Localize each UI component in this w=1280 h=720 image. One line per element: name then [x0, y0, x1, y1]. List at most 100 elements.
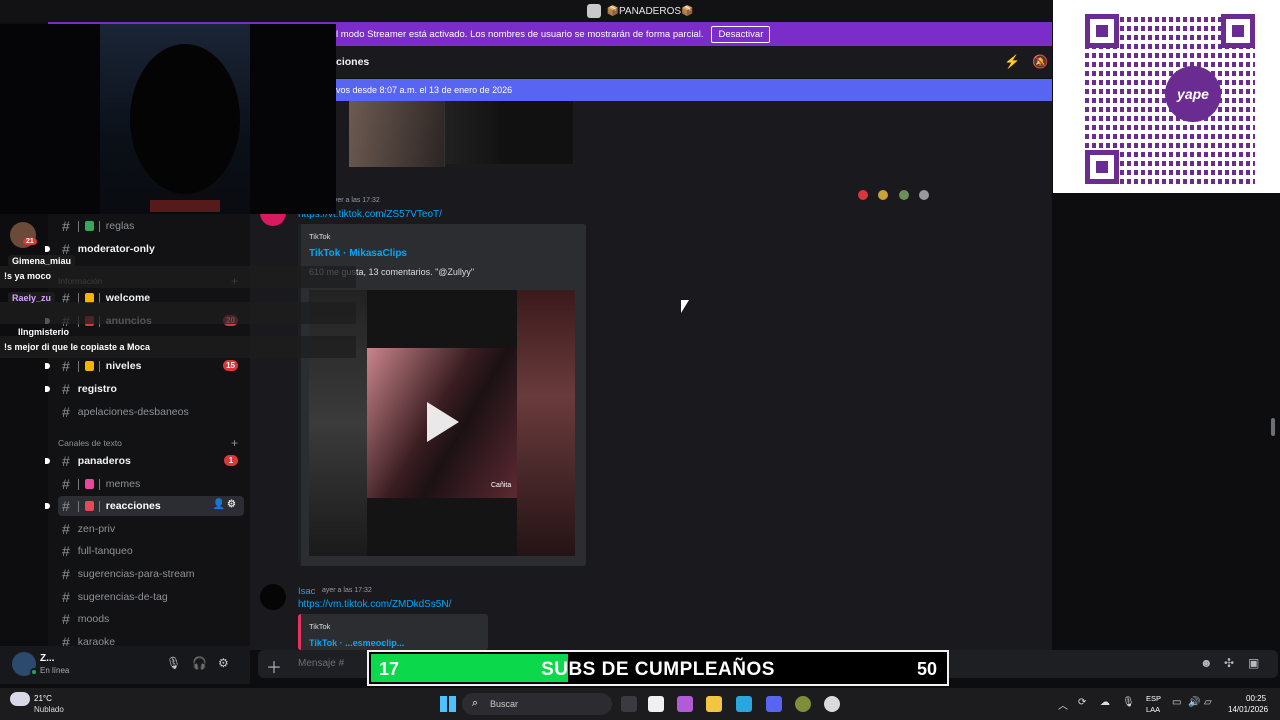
- message-reactions-row: [852, 187, 1052, 205]
- app-icon[interactable]: [795, 696, 811, 712]
- reaction-icon[interactable]: [858, 190, 868, 200]
- embed-title[interactable]: TikTok · MikasaClips: [309, 248, 407, 259]
- subs-goal-label: SUBS DE CUMPLEAÑOS: [541, 659, 775, 680]
- store-icon[interactable]: [648, 696, 664, 712]
- channel-moods[interactable]: # moods: [58, 609, 244, 629]
- channel-apelaciones-desbaneos[interactable]: # apelaciones-desbaneos: [58, 402, 244, 422]
- taskbar-search[interactable]: ⌕ Buscar: [462, 693, 612, 715]
- channel-memes[interactable]: # memes: [58, 474, 244, 494]
- add-channel-icon[interactable]: +: [231, 436, 238, 450]
- reaction-icon[interactable]: [878, 190, 889, 200]
- weather-temp: 21°C: [34, 694, 52, 703]
- window-title: 📦PANADEROS📦: [606, 5, 694, 17]
- unread-indicator: [45, 386, 50, 392]
- app-icon: [586, 4, 601, 18]
- channel-name: reacciones: [105, 500, 161, 512]
- search-label: Buscar: [490, 699, 519, 709]
- channel-settings-icon[interactable]: 👤⚙: [213, 499, 238, 510]
- discord-icon[interactable]: [766, 696, 782, 712]
- network-icon[interactable]: ▭: [1172, 697, 1181, 708]
- hashtag-icon: #: [62, 521, 70, 537]
- volume-icon[interactable]: 🔊: [1188, 697, 1200, 708]
- mention-badge: 15: [223, 360, 238, 371]
- task-view-icon[interactable]: [621, 696, 637, 712]
- stream-chat-message: !s ya moco: [4, 271, 52, 281]
- new-messages-bar[interactable]: vos desde 8:07 a.m. el 13 de enero de 20…: [250, 79, 1052, 101]
- reaction-icon[interactable]: [898, 190, 909, 200]
- chat-header: ciones ⚡ 🔕: [250, 46, 1052, 79]
- onedrive-icon[interactable]: ☁: [1100, 697, 1110, 708]
- user-status: En línea: [40, 666, 70, 675]
- microphone-icon[interactable]: 🎙: [166, 656, 181, 670]
- gif-icon[interactable]: ☻: [1200, 656, 1213, 670]
- keyboard-layout[interactable]: LAA: [1146, 705, 1160, 714]
- stream-chat-username: Raely_zu: [8, 292, 56, 304]
- channel-niveles[interactable]: # niveles 15: [45, 356, 244, 376]
- mouse-cursor-icon: [681, 300, 689, 313]
- webcam-overlay: [0, 24, 336, 214]
- message-input[interactable]: Mensaje #: [298, 658, 344, 669]
- channel-full-tanqueo[interactable]: # full-tanqueo: [58, 541, 244, 561]
- obs-icon[interactable]: [824, 696, 840, 712]
- channel-registro[interactable]: # registro: [45, 379, 244, 399]
- message-username[interactable]: Isac: [298, 586, 315, 597]
- microphone-icon[interactable]: 🎙: [1122, 697, 1135, 708]
- sync-icon[interactable]: ⟳: [1078, 697, 1086, 708]
- edge-icon[interactable]: [736, 696, 752, 712]
- hashtag-icon: #: [62, 611, 70, 627]
- channel-name: memes: [105, 478, 141, 490]
- hashtag-icon: #: [62, 358, 70, 374]
- message-link[interactable]: https://vm.tiktok.com/ZMDkdSs5N/: [298, 599, 451, 610]
- keyboard-language[interactable]: ESP: [1146, 694, 1161, 703]
- embed-title[interactable]: TikTok · ...esmeoclip...: [309, 638, 404, 648]
- battery-icon[interactable]: ▱: [1204, 697, 1212, 708]
- channel-moderator-only[interactable]: # moderator-only: [45, 239, 244, 259]
- hashtag-icon: #: [62, 476, 70, 492]
- avatar[interactable]: [260, 584, 286, 610]
- channel-panaderos[interactable]: # panaderos 1: [45, 451, 244, 471]
- hashtag-icon: #: [62, 543, 70, 559]
- subs-goal-target: 50: [916, 659, 937, 679]
- clock-date[interactable]: 14/01/2026: [1228, 705, 1268, 714]
- add-attachment-icon[interactable]: ＋: [266, 654, 282, 678]
- user-panel: Z... En línea 🎙 🎧 ⚙: [0, 646, 250, 684]
- notifications-muted-icon[interactable]: 🔕: [1032, 54, 1048, 70]
- channel-sugerencias-para-stream[interactable]: # sugerencias-para-stream: [58, 564, 244, 584]
- channel-zen-priv[interactable]: # zen-priv: [58, 519, 244, 539]
- scrollbar[interactable]: [1271, 418, 1275, 436]
- previous-video-thumbnail[interactable]: [349, 101, 575, 167]
- hashtag-icon: #: [62, 218, 70, 234]
- channel-title: ciones: [336, 56, 370, 68]
- cloud-icon[interactable]: [10, 692, 30, 706]
- chevron-up-icon[interactable]: ︿: [1058, 697, 1068, 712]
- channel-name: panaderos: [77, 455, 131, 467]
- unread-indicator: [45, 246, 50, 252]
- channel-name: registro: [77, 383, 117, 395]
- video-player[interactable]: Cañita: [309, 290, 575, 556]
- gift-icon[interactable]: ▣: [1248, 656, 1259, 670]
- windows-start-icon[interactable]: [440, 696, 456, 712]
- copilot-icon[interactable]: [677, 696, 693, 712]
- channel-sugerencias-de-tag[interactable]: # sugerencias-de-tag: [58, 587, 244, 607]
- unread-indicator: [45, 458, 50, 464]
- apps-icon[interactable]: ✣: [1224, 656, 1234, 670]
- file-explorer-icon[interactable]: [706, 696, 722, 712]
- threads-icon[interactable]: ⚡: [1004, 54, 1020, 70]
- reaction-icon[interactable]: [919, 190, 930, 200]
- play-icon[interactable]: [427, 402, 459, 442]
- channel-name: sugerencias-de-tag: [77, 591, 168, 603]
- stream-chat-message: !s mejor di que le copiaste a Moca: [4, 342, 151, 352]
- settings-gear-icon[interactable]: ⚙: [218, 656, 229, 670]
- clock-time[interactable]: 00:25: [1246, 694, 1266, 703]
- stream-chat-username: Gimena_miau: [8, 255, 76, 267]
- video-watermark: Cañita: [491, 482, 512, 489]
- channel-emoji-icon: [77, 220, 100, 232]
- disable-streamer-mode-button[interactable]: Desactivar: [711, 25, 771, 43]
- user-name[interactable]: Z...: [40, 653, 54, 664]
- channel-reglas[interactable]: # reglas: [58, 216, 244, 236]
- channel-reacciones[interactable]: # reacciones 👤⚙: [45, 496, 244, 516]
- mention-badge: 1: [224, 455, 238, 466]
- category-text[interactable]: Canales de texto +: [58, 436, 238, 450]
- channel-name: niveles: [105, 360, 142, 372]
- headphones-icon[interactable]: 🎧: [192, 656, 207, 670]
